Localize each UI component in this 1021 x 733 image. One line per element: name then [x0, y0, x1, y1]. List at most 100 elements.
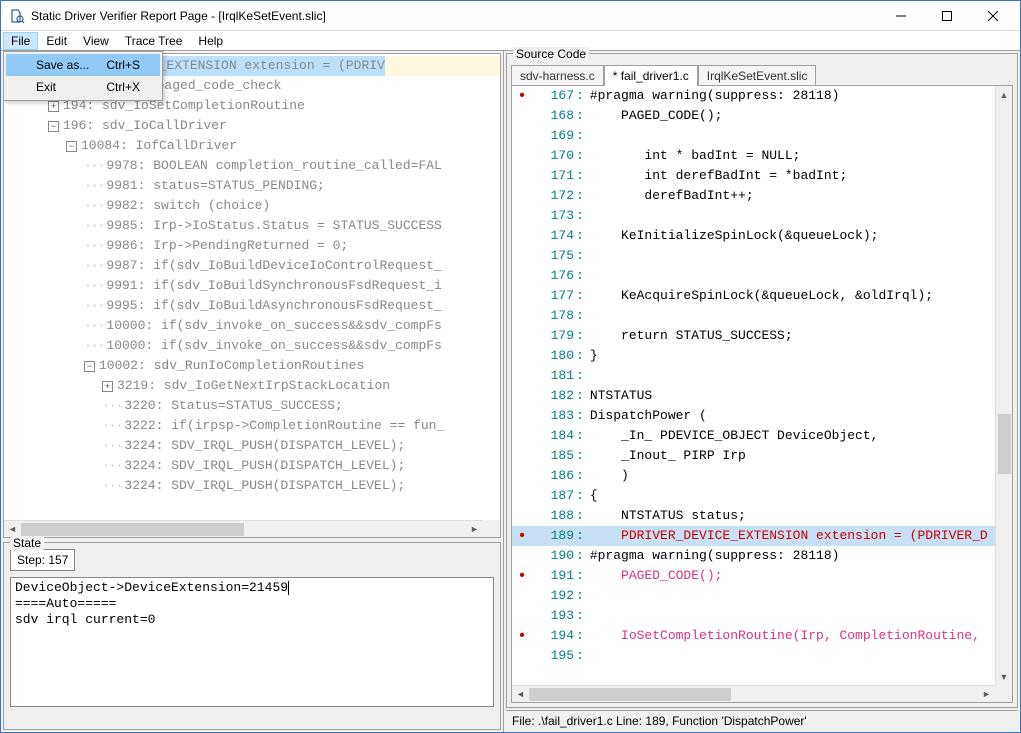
menu-view[interactable]: View [75, 32, 117, 50]
menu-help[interactable]: Help [190, 32, 231, 50]
code-line[interactable]: 178: [512, 306, 995, 326]
breakpoint-marker-icon [512, 246, 532, 266]
maximize-button[interactable] [924, 1, 970, 31]
state-textarea[interactable]: DeviceObject->DeviceExtension=21459 ====… [10, 577, 494, 707]
trace-line[interactable]: ···3224: SDV_IRQL_PUSH(DISPATCH_LEVEL); [4, 436, 500, 456]
tree-connector-icon: ··· [84, 276, 104, 296]
code-hscrollbar[interactable]: ◄ ► [512, 685, 995, 702]
breakpoint-marker-icon [512, 186, 532, 206]
trace-line[interactable]: ···3222: if(irpsp->CompletionRoutine == … [4, 416, 500, 436]
breakpoint-marker-icon [512, 106, 532, 126]
titlebar: Static Driver Verifier Report Page - [Ir… [1, 1, 1020, 31]
trace-tree[interactable]: ···ER_DEVICE_EXTENSION extension = (PDRI… [4, 54, 500, 520]
tree-connector-icon: ··· [102, 396, 122, 416]
code-line[interactable]: 193: [512, 606, 995, 626]
code-line[interactable]: 188: NTSTATUS status; [512, 506, 995, 526]
collapse-icon[interactable]: − [84, 361, 95, 372]
expand-icon[interactable]: + [48, 101, 59, 112]
menu-edit[interactable]: Edit [38, 32, 75, 50]
scroll-left-icon[interactable]: ◄ [512, 686, 529, 703]
breakpoint-marker-icon [512, 266, 532, 286]
trace-line[interactable]: ···9981: status=STATUS_PENDING; [4, 176, 500, 196]
code-line[interactable]: 173: [512, 206, 995, 226]
breakpoint-marker-icon [512, 606, 532, 626]
breakpoint-marker-icon [512, 346, 532, 366]
code-line[interactable]: •167:#pragma warning(suppress: 28118) [512, 86, 995, 106]
scroll-corner [483, 520, 500, 537]
scroll-left-icon[interactable]: ◄ [4, 521, 21, 538]
menu-file[interactable]: File [3, 32, 38, 50]
code-line[interactable]: 186: ) [512, 466, 995, 486]
trace-line[interactable]: ···10000: if(sdv_invoke_on_success&&sdv_… [4, 316, 500, 336]
trace-line[interactable]: +3219: sdv_IoGetNextIrpStackLocation [4, 376, 500, 396]
collapse-icon[interactable]: − [66, 141, 77, 152]
trace-line[interactable]: ···9987: if(sdv_IoBuildDeviceIoControlRe… [4, 256, 500, 276]
trace-line[interactable]: ···10000: if(sdv_invoke_on_success&&sdv_… [4, 336, 500, 356]
menu-item-save-as-[interactable]: Save as...Ctrl+S [6, 54, 160, 76]
close-button[interactable] [970, 1, 1016, 31]
code-line[interactable]: 177: KeAcquireSpinLock(&queueLock, &oldI… [512, 286, 995, 306]
code-line[interactable]: •191: PAGED_CODE(); [512, 566, 995, 586]
tree-connector-icon: ··· [84, 156, 104, 176]
status-text: File: .\fail_driver1.c Line: 189, Functi… [512, 714, 807, 728]
trace-line[interactable]: ···9991: if(sdv_IoBuildSynchronousFsdReq… [4, 276, 500, 296]
tab--fail-driver1-c[interactable]: * fail_driver1.c [604, 65, 698, 86]
tree-connector-icon: ··· [84, 196, 104, 216]
trace-line[interactable]: −10002: sdv_RunIoCompletionRoutines [4, 356, 500, 376]
menu-item-exit[interactable]: ExitCtrl+X [6, 76, 160, 98]
code-editor[interactable]: •167:#pragma warning(suppress: 28118)168… [512, 86, 995, 685]
trace-line[interactable]: ···9982: switch (choice) [4, 196, 500, 216]
trace-line[interactable]: ···9986: Irp->PendingReturned = 0; [4, 236, 500, 256]
trace-line[interactable]: −10084: IofCallDriver [4, 136, 500, 156]
code-line[interactable]: 192: [512, 586, 995, 606]
code-line[interactable]: 182:NTSTATUS [512, 386, 995, 406]
state-panel-title: State [10, 536, 44, 550]
code-line[interactable]: 172: derefBadInt++; [512, 186, 995, 206]
tab-irqlkesetevent-slic[interactable]: IrqlKeSetEvent.slic [698, 65, 817, 86]
trace-line[interactable]: ···9978: BOOLEAN completion_routine_call… [4, 156, 500, 176]
menu-trace-tree[interactable]: Trace Tree [117, 32, 191, 50]
code-vscrollbar[interactable]: ▲ ▼ [995, 86, 1012, 685]
code-line[interactable]: 181: [512, 366, 995, 386]
code-line[interactable]: 176: [512, 266, 995, 286]
trace-line[interactable]: ···3224: SDV_IRQL_PUSH(DISPATCH_LEVEL); [4, 476, 500, 496]
tree-connector-icon: ··· [102, 436, 122, 456]
code-line[interactable]: 169: [512, 126, 995, 146]
breakpoint-marker-icon [512, 426, 532, 446]
code-line[interactable]: 183:DispatchPower ( [512, 406, 995, 426]
trace-hscrollbar[interactable]: ◄ ► [4, 520, 483, 537]
code-line[interactable]: 170: int * badInt = NULL; [512, 146, 995, 166]
tab-sdv-harness-c[interactable]: sdv-harness.c [511, 65, 604, 86]
code-line[interactable]: 187:{ [512, 486, 995, 506]
code-line[interactable]: 171: int derefBadInt = *badInt; [512, 166, 995, 186]
trace-line[interactable]: ···3220: Status=STATUS_SUCCESS; [4, 396, 500, 416]
code-line[interactable]: 185: _Inout_ PIRP Irp [512, 446, 995, 466]
code-line[interactable]: 175: [512, 246, 995, 266]
step-indicator[interactable]: Step: 157 [10, 549, 75, 571]
collapse-icon[interactable]: − [48, 121, 59, 132]
trace-line[interactable]: −196: sdv_IoCallDriver [4, 116, 500, 136]
code-line[interactable]: •194: IoSetCompletionRoutine(Irp, Comple… [512, 626, 995, 646]
trace-line[interactable]: ···3224: SDV_IRQL_PUSH(DISPATCH_LEVEL); [4, 456, 500, 476]
minimize-button[interactable] [878, 1, 924, 31]
code-line[interactable]: 180:} [512, 346, 995, 366]
code-line[interactable]: 179: return STATUS_SUCCESS; [512, 326, 995, 346]
source-tabs: sdv-harness.c* fail_driver1.cIrqlKeSetEv… [511, 64, 1013, 85]
scroll-right-icon[interactable]: ► [466, 521, 483, 538]
breakpoint-marker-icon: • [512, 626, 532, 646]
code-line[interactable]: 184: _In_ PDEVICE_OBJECT DeviceObject, [512, 426, 995, 446]
breakpoint-marker-icon: • [512, 566, 532, 586]
trace-line[interactable]: ···9985: Irp->IoStatus.Status = STATUS_S… [4, 216, 500, 236]
code-line[interactable]: 195: [512, 646, 995, 666]
code-line[interactable]: 190:#pragma warning(suppress: 28118) [512, 546, 995, 566]
scroll-up-icon[interactable]: ▲ [996, 86, 1012, 103]
code-line[interactable]: 174: KeInitializeSpinLock(&queueLock); [512, 226, 995, 246]
tree-connector-icon: ··· [84, 316, 104, 336]
scroll-down-icon[interactable]: ▼ [996, 668, 1012, 685]
trace-line[interactable]: ···9995: if(sdv_IoBuildAsynchronousFsdRe… [4, 296, 500, 316]
tree-connector-icon: ··· [102, 416, 122, 436]
code-line[interactable]: 168: PAGED_CODE(); [512, 106, 995, 126]
code-line[interactable]: •189: PDRIVER_DEVICE_EXTENSION extension… [512, 526, 995, 546]
expand-icon[interactable]: + [102, 381, 113, 392]
scroll-right-icon[interactable]: ► [978, 686, 995, 703]
